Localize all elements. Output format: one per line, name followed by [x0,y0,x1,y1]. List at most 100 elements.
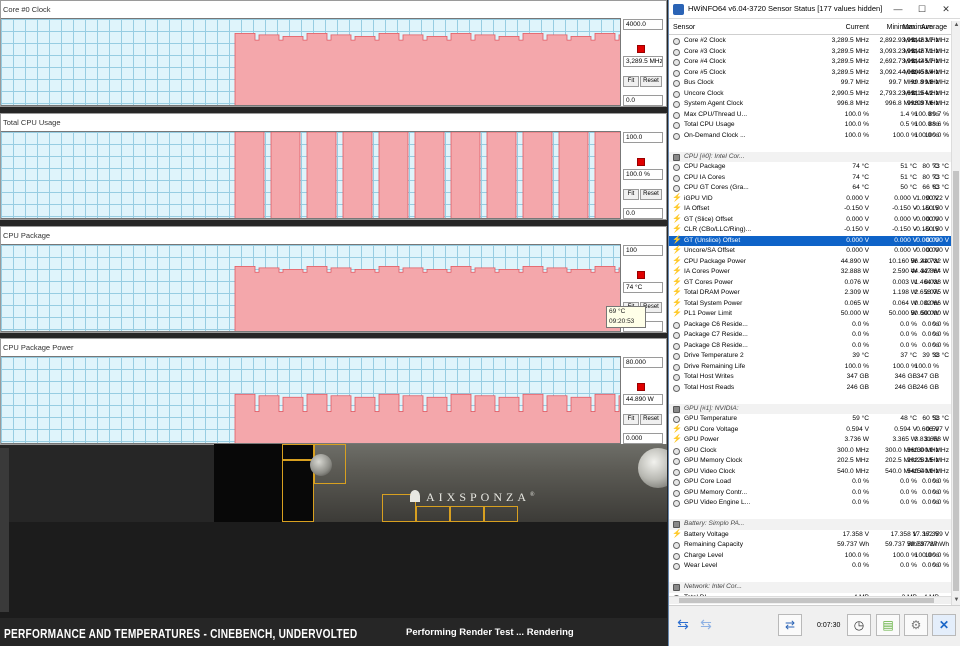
table-row[interactable]: GPU Memory Contr... 0.0 % 0.0 % 0.0 % 0.0 % [669,488,951,499]
fit-button[interactable]: Fit [623,414,639,425]
graph-min-field[interactable]: 0.0 [623,208,663,219]
settings-gear-icon[interactable]: ⚙ [904,614,928,636]
table-row[interactable]: Remaining Capacity 59.737 Wh 59.737 Wh 59.7… [669,540,951,551]
table-row[interactable]: System Agent Clock 996.8 MHz 996.8 MHz 998.… [669,99,951,110]
table-row[interactable]: GT Cores Power0.076 W0.003 W1.464 W0.038… [669,277,951,289]
fit-button[interactable]: Fit [623,76,639,87]
column-header-average[interactable]: Average [899,24,947,31]
sensor-group-header[interactable]: Network: Intel Cor... [669,582,951,593]
scrollbar-thumb[interactable] [953,171,959,591]
graph-min-field[interactable]: 0.000 [623,433,663,444]
graph-max-field[interactable]: 100.0 [623,132,663,143]
reset-button[interactable]: Reset [640,414,662,425]
network-icon[interactable]: ⇄ [778,614,802,636]
table-row[interactable]: GPU Temperature 59 °C 48 °C 60 °C 58 °C [669,414,951,425]
table-row[interactable]: CPU GT Cores (Gra... 64 °C 50 °C 66 °C 63 °C [669,183,951,194]
table-row[interactable]: Bus Clock 99.7 MHz 99.7 MHz 99.8 MHz 99.8 MH… [669,78,951,89]
tooltip-time: 09:20:53 [609,318,635,325]
graph-color-swatch[interactable] [637,383,645,391]
table-row[interactable]: GPU Video Clock 540.0 MHz 540.0 MHz 540.0 M… [669,467,951,478]
horizontal-scrollbar[interactable] [669,596,951,604]
table-row[interactable]: Total Host Writes 347 GB 346 GB 347 GB [669,372,951,383]
table-row[interactable]: GPU Video Engine L... 0.0 % 0.0 % 0.0 % 0.0 … [669,498,951,509]
table-row[interactable]: GPU Clock 300.0 MHz 300.0 MHz 360.0 MHz 300.… [669,446,951,457]
graph-min-field[interactable]: 0.0 [623,95,663,106]
hwinfo-titlebar[interactable]: HWiNFO64 v6.04-3720 Sensor Status [177 v… [669,0,960,19]
table-row[interactable]: Battery Voltage17.358 V17.358 V17.362 V1… [669,529,951,541]
column-header-sensor[interactable]: Sensor [673,24,695,31]
table-row[interactable]: Core #5 Clock 3,289.5 MHz 3,092.4 MHz 4,089… [669,68,951,79]
graph-max-field[interactable]: 100 [623,245,663,256]
sensor-list[interactable]: Core #2 Clock 3,289.5 MHz 2,892.9 MHz 3,991… [669,36,951,604]
fit-button[interactable]: Fit [623,189,639,200]
sensor-group-header[interactable]: CPU [#0]: Intel Cor... [669,151,951,162]
graph-max-field[interactable]: 4000.0 [623,19,663,30]
scrollbar-thumb[interactable] [679,598,934,603]
table-row[interactable]: IA Offset-0.150 V-0.150 V-0.150 V-0.150 … [669,203,951,215]
table-row[interactable]: Charge Level 100.0 % 100.0 % 100.0 % 100.0 % [669,551,951,562]
table-row[interactable]: CPU Package 74 °C 51 °C 80 °C 73 °C [669,162,951,173]
close-window-button[interactable]: ✕ [939,3,953,15]
table-row[interactable]: Package C6 Reside... 0.0 % 0.0 % 0.0 % 0.0 % [669,320,951,331]
table-row[interactable]: Core #2 Clock 3,289.5 MHz 2,892.9 MHz 3,991… [669,36,951,47]
table-row[interactable]: CLR (CBo/LLC/Ring)...-0.150 V-0.150 V-0.… [669,224,951,236]
table-row[interactable]: Core #4 Clock 3,289.5 MHz 2,692.7 MHz 3,991… [669,57,951,68]
table-row[interactable]: PL1 Power Limit50.000 W50.000 W50.000 W5… [669,308,951,320]
table-row[interactable]: GPU Power3.736 W3.365 W3.831 W3.658 W [669,434,951,446]
graph-color-swatch[interactable] [637,158,645,166]
table-row[interactable]: Total System Power0.065 W0.064 W0.082 W0… [669,298,951,310]
minimize-button[interactable]: — [891,3,905,15]
scroll-down-arrow-icon[interactable]: ▼ [952,596,960,605]
nav-arrows-secondary-icon[interactable]: ⇆ [696,614,716,636]
table-row[interactable]: Drive Remaining Life 100.0 % 100.0 % 100.0 … [669,362,951,373]
table-row[interactable]: Drive Temperature 2 39 °C 37 °C 39 °C 38 °C [669,351,951,362]
graph-window-core0-clock[interactable]: Core #0 Clock 4000.0 3,289.5 MHz Fit Res… [0,0,667,107]
table-row[interactable]: On-Demand Clock ... 100.0 % 100.0 % 100.0 %… [669,131,951,142]
table-row[interactable]: Uncore Clock 2,990.5 MHz 2,793.2 MHz 3,691.… [669,89,951,100]
sensor-name: Drive Remaining Life [684,362,746,370]
table-row[interactable]: Total CPU Usage 100.0 % 0.5 % 100.0 % 88.6 % [669,120,951,131]
vertical-scrollbar[interactable]: ▲ ▼ [951,21,960,605]
table-row-selected[interactable]: GT (Unslice) Offset0.000 V0.000 V0.000 V… [669,235,951,246]
average-value: 63 °C [932,184,949,191]
table-row[interactable]: GPU Core Voltage0.594 V0.594 V0.606 V0.5… [669,424,951,436]
average-value: 3,467.1 MHz [911,47,949,55]
nav-arrows-icon[interactable]: ⇆ [673,614,693,636]
graph-max-field[interactable]: 80.000 [623,357,663,368]
gauge-icon [673,552,680,560]
table-row[interactable]: GT (Slice) Offset0.000 V0.000 V0.000 V0.… [669,214,951,226]
clock-reset-icon[interactable]: ◷ [847,614,871,636]
table-row[interactable]: Uncore/SA Offset0.000 V0.000 V0.000 V0.0… [669,245,951,257]
sensor-name: IA Offset [684,205,710,212]
logging-report-icon[interactable]: ▤ [876,614,900,636]
reset-button[interactable]: Reset [640,189,662,200]
table-row[interactable]: GPU Memory Clock 202.5 MHz 202.5 MHz 202.5 … [669,456,951,467]
group-label: Battery: Simplo PA... [684,520,745,527]
table-row[interactable]: Wear Level 0.0 % 0.0 % 0.0 % 0.0 % [669,561,951,572]
table-row[interactable]: Max CPU/Thread U... 100.0 % 1.4 % 100.0 % 89… [669,110,951,121]
table-row[interactable]: GPU Core Load 0.0 % 0.0 % 0.0 % 0.0 % [669,477,951,488]
scroll-up-arrow-icon[interactable]: ▲ [952,21,960,30]
graph-color-swatch[interactable] [637,45,645,53]
table-row[interactable]: Package C8 Reside... 0.0 % 0.0 % 0.0 % 0.0 % [669,341,951,352]
graph-window-cpu-package-power[interactable]: CPU Package Power 80.000 44.890 W Fit Re… [0,338,667,445]
sensor-group-header[interactable]: Battery: Simplo PA... [669,519,951,530]
reset-button[interactable]: Reset [640,76,662,87]
table-row[interactable]: Total DRAM Power2.309 W1.198 W2.658 W2.0… [669,287,951,299]
table-row[interactable]: Package C7 Reside... 0.0 % 0.0 % 0.0 % 0.0 % [669,330,951,341]
table-row[interactable]: IA Cores Power32.888 W2.590 W44.447 W32.… [669,266,951,278]
table-row[interactable]: Total Host Reads 246 GB 246 GB 246 GB [669,383,951,394]
table-row[interactable]: CPU Package Power44.890 W10.160 W56.210 … [669,256,951,268]
table-row[interactable]: Core #3 Clock 3,289.5 MHz 3,093.2 MHz 3,991… [669,47,951,58]
graph-window-total-cpu-usage[interactable]: Total CPU Usage 100.0 100.0 % Fit Reset … [0,113,667,220]
graph-window-cpu-package[interactable]: CPU Package 100 74 °C Fit Reset 0.0 [0,226,667,333]
render-sphere [638,448,667,488]
table-row[interactable]: CPU IA Cores 74 °C 51 °C 80 °C 73 °C [669,173,951,184]
table-row[interactable]: iGPU VID0.000 V0.000 V1.090 V0.022 V [669,193,951,205]
hwinfo-window[interactable]: HWiNFO64 v6.04-3720 Sensor Status [177 v… [668,0,960,646]
sensor-name: iGPU VID [684,194,713,202]
graph-color-swatch[interactable] [637,271,645,279]
maximize-button[interactable]: ☐ [915,3,929,15]
sensor-group-header[interactable]: GPU [#1]: NVIDIA: [669,403,951,414]
close-icon[interactable]: ✕ [932,614,956,636]
